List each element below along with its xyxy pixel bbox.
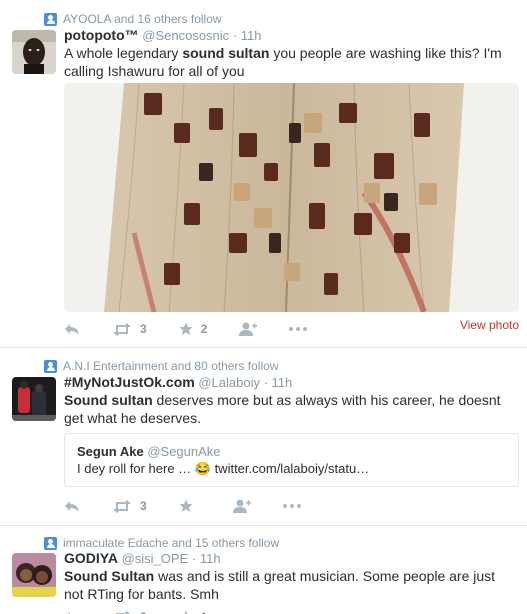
retweet-button[interactable]: 3 [112,499,147,513]
text-highlight: Sound sultan [64,392,153,408]
tweet-header: #MyNotJustOk.com @Lalaboiy · 11h [64,374,292,390]
tweet-actions: 2 1 [64,608,239,614]
user-handle[interactable]: @Lalaboiy [198,375,260,390]
retweet-icon [113,322,131,336]
retweet-count: 3 [140,322,147,336]
user-follow-icon [44,359,57,373]
avatar[interactable] [12,553,56,597]
tweet-header: potopoto™ @Sencososnic · 11h [64,27,262,43]
follow-button[interactable] [239,322,258,336]
user-fullname[interactable]: GODIYA [64,550,118,566]
quoted-text: I dey roll for here … 😂 twitter.com/lala… [77,461,370,476]
tweet-actions: 3 [64,497,333,515]
retweet-button[interactable]: 2 [112,610,147,614]
follow-button[interactable] [232,499,251,513]
more-dots-icon [282,504,301,508]
avatar[interactable] [12,377,56,421]
reply-icon [67,611,70,614]
follow-context: A.N.I Entertainment and 80 others follow [44,359,278,373]
reply-icon [65,500,79,512]
retweet-icon [113,499,131,513]
like-button[interactable]: 1 [179,610,208,614]
like-button[interactable]: 2 [179,322,208,336]
like-count: 1 [201,610,208,614]
add-user-icon [232,499,251,513]
user-handle[interactable]: @Sencososnic [142,28,229,43]
follow-context-text: A.N.I Entertainment and 80 others follow [63,359,279,373]
like-count: 2 [200,322,208,336]
quoted-tweet[interactable]: Segun Ake @SegunAke I dey roll for here … [64,433,519,487]
follow-context-text: AYOOLA and 16 others follow [63,12,222,26]
follow-context-text: immaculate Edache and 15 others follow [63,536,280,550]
star-icon [184,610,188,614]
more-button[interactable] [289,327,308,331]
view-photo-link[interactable]: View photo [460,318,519,332]
user-follow-icon [44,12,57,26]
tweet-text: Sound sultan deserves more but as always… [64,391,516,427]
add-user-icon [239,322,258,336]
tweet-photo[interactable] [64,83,519,312]
quoted-fullname: Segun Ake [77,444,144,459]
separator-dot: · [232,28,238,43]
tweet-time[interactable]: 11h [241,28,262,43]
more-dots-icon [289,327,308,331]
text-highlight: Sound Sultan [64,568,155,584]
star-icon [179,499,193,512]
tweet-header: GODIYA @sisi_OPE · 11h [64,550,221,566]
separator-dot: · [191,551,197,566]
follow-context: immaculate Edache and 15 others follow [44,536,279,550]
quoted-header: Segun Ake @SegunAke [77,444,221,459]
more-button[interactable] [282,504,301,508]
quoted-handle: @SegunAke [147,444,221,459]
avatar[interactable] [12,30,56,74]
reply-icon [65,323,79,335]
retweet-button[interactable]: 3 [112,322,147,336]
tweet-3[interactable]: immaculate Edache and 15 others follow G… [0,526,527,614]
follow-context: AYOOLA and 16 others follow [44,12,222,26]
text-segment: A whole legendary [64,45,183,61]
tweet-time[interactable]: 11h [272,375,293,390]
tweet-text: Sound Sultan was and is still a great mu… [64,567,516,603]
separator-dot: · [263,375,268,390]
user-handle[interactable]: @sisi_OPE [122,551,189,566]
user-fullname[interactable]: #MyNotJustOk.com [64,374,195,390]
tweet-time[interactable]: 11h [200,551,221,566]
user-fullname[interactable]: potopoto™ [64,27,139,43]
text-highlight: sound sultan [182,45,270,61]
retweet-count: 2 [140,610,147,614]
user-follow-icon [44,536,57,550]
retweet-count: 3 [140,499,147,513]
star-icon [179,322,193,335]
retweet-icon [116,610,131,614]
reply-button[interactable] [64,323,80,336]
tweet-2[interactable]: A.N.I Entertainment and 80 others follow… [0,348,527,526]
tweet-1[interactable]: AYOOLA and 16 others follow potopoto™ @S… [0,0,527,348]
tweet-actions: 3 2 [64,320,339,338]
tweet-text: A whole legendary sound sultan you peopl… [64,44,516,80]
reply-button[interactable] [64,500,80,513]
like-button[interactable] [179,499,201,513]
reply-button[interactable] [64,611,80,614]
